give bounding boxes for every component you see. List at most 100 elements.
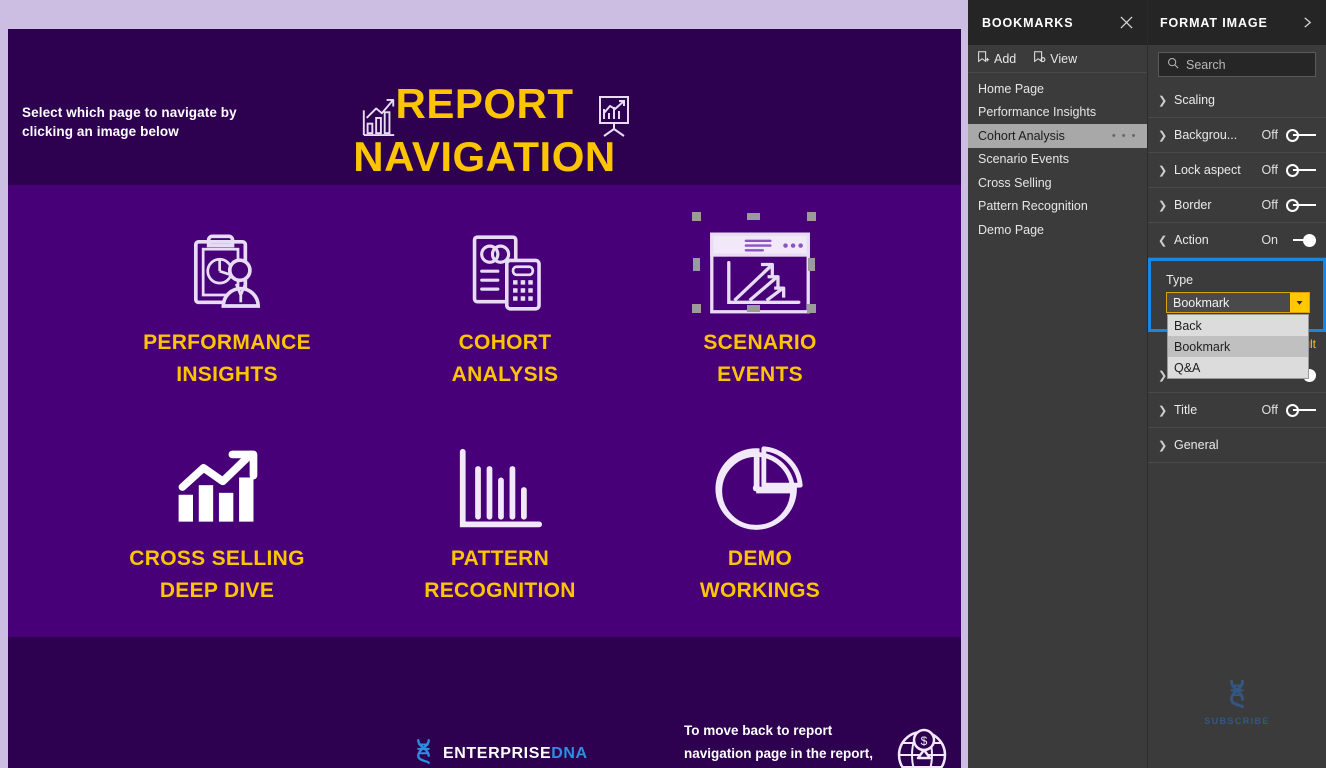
format-row-label: Border: [1174, 198, 1212, 212]
border-toggle[interactable]: [1286, 198, 1316, 212]
chevron-right-icon: ❯: [1158, 94, 1168, 107]
bookmark-item-cohort-analysis[interactable]: Cohort Analysis • • •: [968, 124, 1147, 148]
format-row-state: Off: [1261, 198, 1278, 212]
bookmarks-toolbar: Add View: [968, 45, 1147, 73]
background-toggle[interactable]: [1286, 128, 1316, 142]
nav-tile-scenario-events[interactable]: SCENARIO EVENTS: [653, 225, 867, 391]
chevron-down-icon[interactable]: [1290, 293, 1309, 312]
dropdown-option-label: Q&A: [1174, 360, 1201, 375]
bookmark-item-scenario-events[interactable]: Scenario Events: [968, 148, 1147, 172]
dropdown-option-back[interactable]: Back: [1168, 315, 1308, 336]
format-row-state: Off: [1261, 163, 1278, 177]
report-page[interactable]: Select which page to navigate by clickin…: [8, 29, 961, 768]
bookmarks-pane-header: BOOKMARKS: [968, 0, 1147, 45]
nav-tile-demo-workings[interactable]: DEMO WORKINGS: [653, 441, 867, 607]
report-footer-band: ENTERPRISEDNA To move back to report nav…: [8, 637, 961, 768]
format-row-scaling[interactable]: ❯ Scaling: [1148, 83, 1326, 118]
action-type-dropdown[interactable]: Bookmark Back Bookmark Q&A: [1166, 292, 1310, 379]
nav-tile-label: PERFORMANCE INSIGHTS: [143, 331, 311, 386]
format-row-label: Title: [1174, 403, 1198, 417]
nav-tile-performance-insights[interactable]: PERFORMANCE INSIGHTS: [120, 225, 334, 391]
add-bookmark-icon: [976, 50, 990, 67]
footer-instruction-text: To move back to report navigation page i…: [684, 723, 874, 761]
format-pane-title: FORMAT IMAGE: [1160, 15, 1268, 30]
format-row-border[interactable]: ❯ Border Off: [1148, 188, 1326, 223]
search-input-placeholder: Search: [1186, 57, 1226, 72]
presentation-easel-chart-icon: [596, 95, 632, 137]
dropdown-option-bookmark[interactable]: Bookmark: [1168, 336, 1308, 357]
format-row-action[interactable]: ❮ Action On: [1148, 223, 1326, 258]
page-title-line-1: REPORT: [395, 80, 574, 127]
chevron-right-icon: ❯: [1158, 164, 1168, 177]
format-row-background[interactable]: ❯ Backgrou... Off: [1148, 118, 1326, 153]
svg-text:$: $: [921, 734, 928, 748]
action-type-dropdown-list: Back Bookmark Q&A: [1167, 314, 1309, 379]
view-bookmark-label: View: [1050, 51, 1078, 66]
dropdown-option-qanda[interactable]: Q&A: [1168, 357, 1308, 378]
bookmark-item-cross-selling[interactable]: Cross Selling: [968, 171, 1147, 195]
bookmark-item-label: Demo Page: [978, 222, 1045, 237]
page-title: REPORT NAVIGATION: [8, 77, 961, 183]
brand-word-dna: DNA: [551, 745, 588, 762]
format-row-state: Off: [1261, 128, 1278, 142]
format-row-state: On: [1261, 233, 1278, 247]
enterprise-dna-logo: ENTERPRISEDNA: [413, 738, 588, 768]
format-row-label: Lock aspect: [1174, 163, 1241, 177]
chevron-right-icon: ❯: [1158, 439, 1168, 452]
format-row-lock-aspect[interactable]: ❯ Lock aspect Off: [1148, 153, 1326, 188]
chevron-right-icon: ❯: [1158, 404, 1168, 417]
search-input[interactable]: Search: [1158, 52, 1316, 77]
bookmark-item-pattern-recognition[interactable]: Pattern Recognition: [968, 195, 1147, 219]
lock-aspect-toggle[interactable]: [1286, 163, 1316, 177]
dna-helix-icon: [413, 738, 434, 768]
bookmark-item-demo-page[interactable]: Demo Page: [968, 218, 1147, 242]
bookmark-item-label: Scenario Events: [978, 152, 1070, 167]
clipboard-pie-person-icon: [120, 225, 334, 321]
page-title-line-2: NAVIGATION: [353, 133, 616, 180]
add-bookmark-label: Add: [994, 51, 1017, 66]
action-type-selected-value: Bookmark: [1173, 295, 1230, 310]
chevron-down-icon: ❮: [1158, 234, 1168, 247]
format-row-general[interactable]: ❯ General: [1148, 428, 1326, 463]
document-calculator-icon: [398, 225, 612, 321]
format-image-pane: FORMAT IMAGE Search ❯ Scaling ❯ Backgrou…: [1148, 0, 1326, 768]
dropdown-option-label: Back: [1174, 318, 1202, 333]
view-bookmark-icon: [1032, 50, 1046, 67]
chevron-right-icon: ❯: [1158, 199, 1168, 212]
format-row-title[interactable]: ❯ Title Off: [1148, 393, 1326, 428]
bookmarks-pane: BOOKMARKS Add View Home Page Performance…: [968, 0, 1148, 768]
bookmark-item-label: Pattern Recognition: [978, 199, 1088, 214]
column-chart-icon: [393, 441, 607, 537]
add-bookmark-button[interactable]: Add: [976, 50, 1016, 67]
bookmark-item-home-page[interactable]: Home Page: [968, 77, 1147, 101]
nav-tile-pattern-recognition[interactable]: PATTERN RECOGNITION: [393, 441, 607, 607]
bookmark-more-options-icon[interactable]: • • •: [1112, 130, 1137, 142]
bookmark-item-label: Cohort Analysis: [978, 128, 1065, 143]
title-toggle[interactable]: [1286, 403, 1316, 417]
search-icon: [1167, 57, 1179, 72]
dropdown-option-label: Bookmark: [1174, 339, 1231, 354]
nav-tile-label: SCENARIO EVENTS: [703, 331, 817, 386]
format-row-label: Action: [1174, 233, 1209, 247]
chevron-right-icon[interactable]: [1296, 12, 1318, 34]
format-search-wrap: Search: [1148, 45, 1326, 83]
subscribe-watermark: SUBSCRIBE: [1148, 678, 1326, 726]
bookmark-item-performance-insights[interactable]: Performance Insights: [968, 101, 1147, 125]
close-icon[interactable]: [1115, 12, 1137, 34]
format-row-label: General: [1174, 438, 1219, 452]
subscribe-watermark-label: SUBSCRIBE: [1204, 716, 1270, 726]
bookmark-item-label: Performance Insights: [978, 105, 1097, 120]
bookmarks-pane-title: BOOKMARKS: [982, 15, 1074, 30]
nav-tile-label: COHORT ANALYSIS: [451, 331, 559, 386]
bar-chart-arrow-up-icon: [110, 441, 324, 537]
power-bi-report-editor: Select which page to navigate by clickin…: [0, 0, 1326, 768]
dna-helix-icon: [1225, 679, 1249, 714]
world-globe-dollar-icon[interactable]: $: [894, 725, 950, 768]
action-settings-inner: Type Bookmark Back Bookmark Q&A: [1154, 264, 1320, 379]
nav-tile-cohort-analysis[interactable]: COHORT ANALYSIS: [398, 225, 612, 391]
format-row-label: Scaling: [1174, 93, 1215, 107]
action-toggle[interactable]: [1286, 233, 1316, 247]
view-bookmark-button[interactable]: View: [1032, 50, 1077, 67]
nav-tile-cross-selling[interactable]: CROSS SELLING DEEP DIVE: [110, 441, 324, 607]
nav-tile-label: DEMO WORKINGS: [699, 547, 821, 602]
